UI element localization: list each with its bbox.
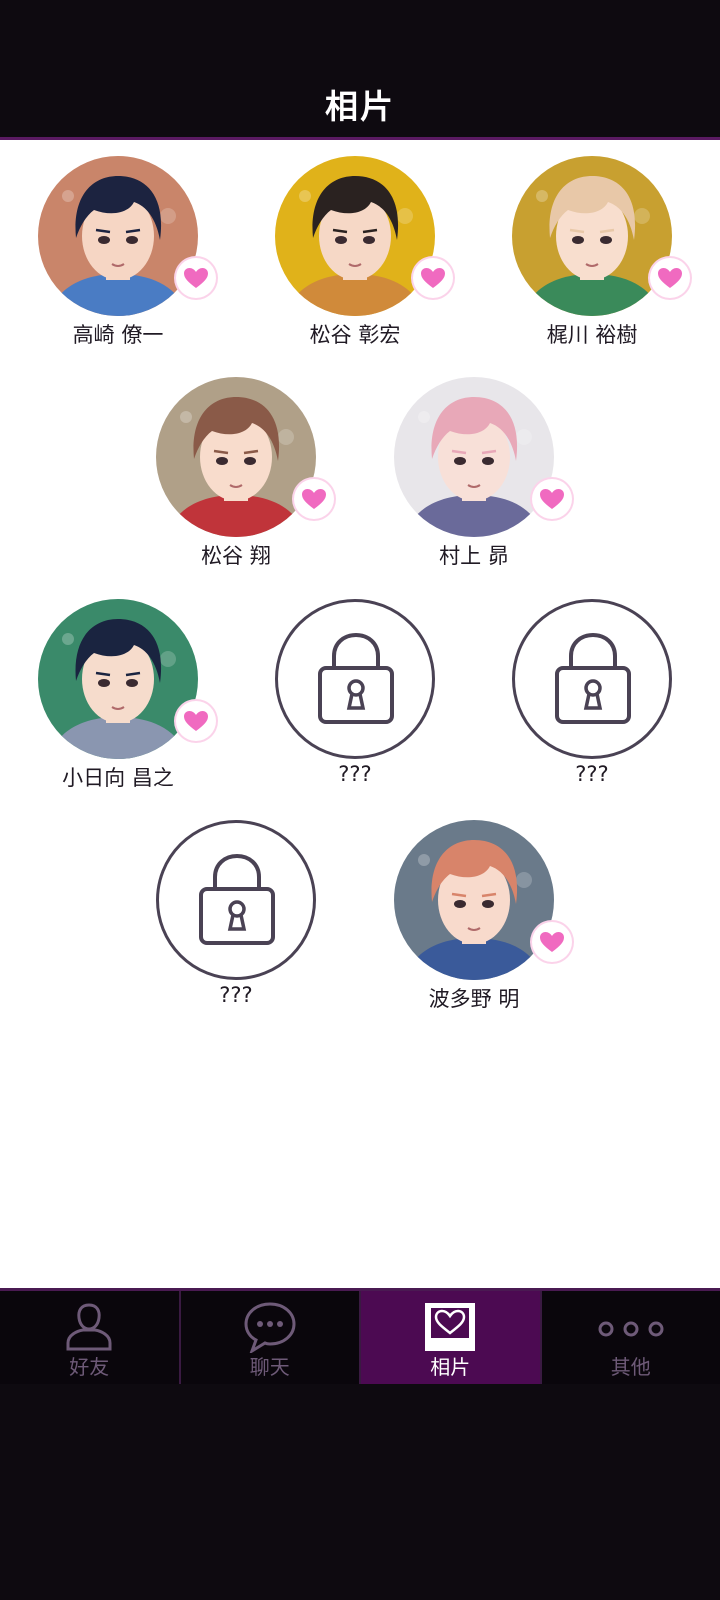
tab-friends[interactable]: 好友 bbox=[0, 1291, 181, 1384]
page-title: 相片 bbox=[325, 87, 395, 126]
more-dots-icon bbox=[598, 1321, 664, 1337]
character-name: 小日向 昌之 bbox=[62, 766, 174, 790]
photo-heart-icon bbox=[425, 1303, 476, 1351]
character-name: 高崎 僚一 bbox=[72, 323, 164, 347]
portrait-illustration bbox=[394, 377, 554, 537]
character-name: 波多野 明 bbox=[428, 987, 520, 1011]
character-card[interactable]: ??? bbox=[492, 599, 692, 799]
affection-badge bbox=[650, 258, 690, 298]
character-name: ??? bbox=[219, 983, 253, 1007]
character-avatar[interactable] bbox=[156, 377, 316, 537]
character-avatar[interactable] bbox=[38, 156, 198, 316]
affection-badge bbox=[413, 258, 453, 298]
affection-badge bbox=[176, 701, 216, 741]
portrait-illustration bbox=[38, 156, 198, 316]
affection-badge bbox=[294, 479, 334, 519]
character-card[interactable]: 松谷 翔 bbox=[136, 377, 336, 577]
character-name: 松谷 彰宏 bbox=[309, 323, 401, 347]
tab-friends-label: 好友 bbox=[69, 1355, 110, 1379]
character-card[interactable]: 松谷 彰宏 bbox=[255, 156, 455, 356]
bottom-tab-bar: 好友 聊天 相片 其他 bbox=[0, 1288, 720, 1384]
heart-icon bbox=[184, 711, 208, 731]
person-icon bbox=[66, 1303, 112, 1351]
tab-photos[interactable]: 相片 bbox=[361, 1291, 542, 1384]
character-name: 梶川 裕樹 bbox=[546, 323, 638, 347]
heart-icon bbox=[421, 268, 445, 288]
lock-icon bbox=[555, 632, 631, 724]
character-name: 松谷 翔 bbox=[201, 544, 271, 568]
heart-icon bbox=[540, 489, 564, 509]
character-avatar[interactable] bbox=[394, 820, 554, 980]
tab-other-label: 其他 bbox=[610, 1355, 651, 1379]
tab-chat[interactable]: 聊天 bbox=[181, 1291, 361, 1384]
portrait-illustration bbox=[394, 820, 554, 980]
photo-grid: 高崎 僚一 松谷 彰宏 梶川 裕樹 松谷 翔 村上 昴 小日向 昌之 ??? ?… bbox=[0, 140, 720, 1288]
app-header: 相片 bbox=[0, 0, 720, 140]
portrait-illustration bbox=[156, 377, 316, 537]
tab-other[interactable]: 其他 bbox=[542, 1291, 720, 1384]
heart-icon bbox=[540, 932, 564, 952]
tab-photos-label: 相片 bbox=[430, 1355, 471, 1379]
character-name: ??? bbox=[338, 762, 372, 786]
portrait-illustration bbox=[275, 156, 435, 316]
character-avatar[interactable] bbox=[38, 599, 198, 759]
character-card[interactable]: 小日向 昌之 bbox=[18, 599, 218, 799]
bottom-filler bbox=[0, 1384, 720, 1600]
character-avatar[interactable] bbox=[512, 156, 672, 316]
tab-chat-label: 聊天 bbox=[249, 1355, 290, 1379]
affection-badge bbox=[532, 479, 572, 519]
character-card[interactable]: ??? bbox=[255, 599, 455, 799]
heart-icon bbox=[184, 268, 208, 288]
lock-icon bbox=[199, 853, 275, 945]
portrait-illustration bbox=[38, 599, 198, 759]
lock-icon bbox=[318, 632, 394, 724]
locked-photo[interactable] bbox=[156, 820, 316, 980]
character-card[interactable]: 村上 昴 bbox=[374, 377, 574, 577]
chat-bubble-icon bbox=[244, 1302, 296, 1353]
character-name: 村上 昴 bbox=[439, 544, 509, 568]
character-card[interactable]: 波多野 明 bbox=[374, 820, 574, 1020]
affection-badge bbox=[176, 258, 216, 298]
portrait-illustration bbox=[512, 156, 672, 316]
character-name: ??? bbox=[575, 762, 609, 786]
character-avatar[interactable] bbox=[275, 156, 435, 316]
heart-icon bbox=[302, 489, 326, 509]
character-avatar[interactable] bbox=[394, 377, 554, 537]
locked-photo[interactable] bbox=[512, 599, 672, 759]
character-card[interactable]: ??? bbox=[136, 820, 336, 1020]
character-card[interactable]: 高崎 僚一 bbox=[18, 156, 218, 356]
character-card[interactable]: 梶川 裕樹 bbox=[492, 156, 692, 356]
affection-badge bbox=[532, 922, 572, 962]
locked-photo[interactable] bbox=[275, 599, 435, 759]
heart-icon bbox=[658, 268, 682, 288]
